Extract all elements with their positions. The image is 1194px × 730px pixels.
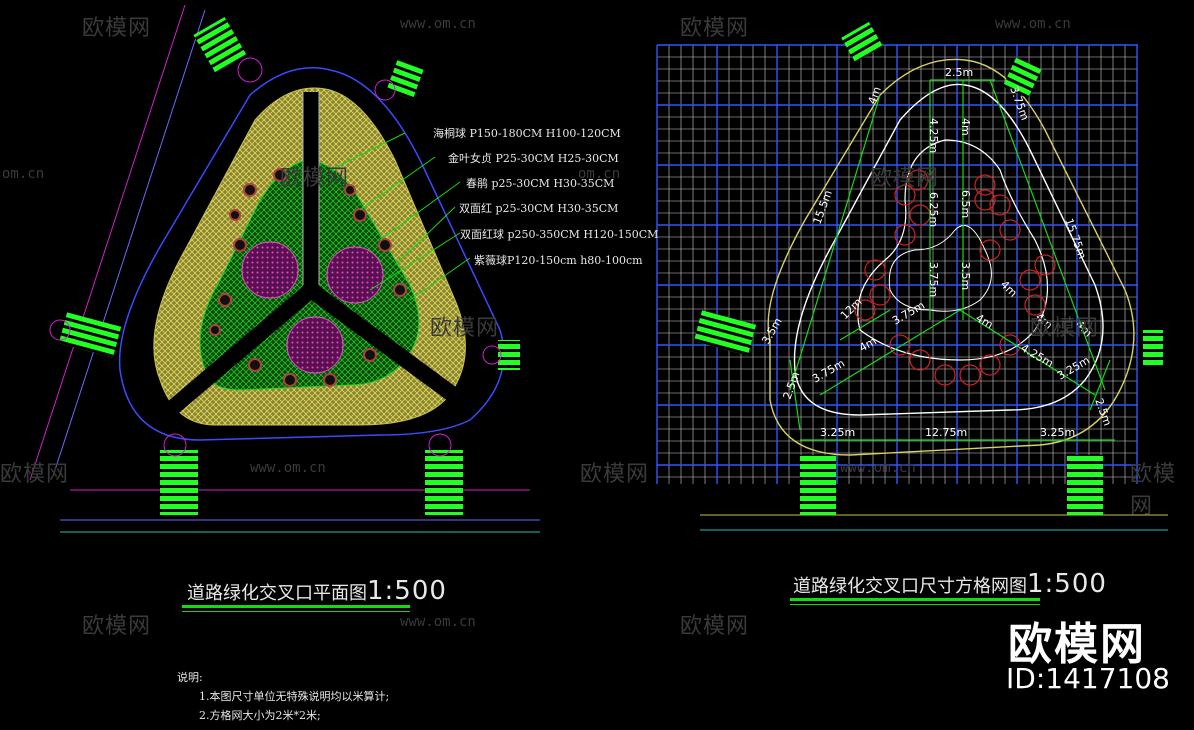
url-watermark: om.cn bbox=[2, 166, 45, 182]
right-plan-scale: 1:500 bbox=[1027, 569, 1107, 599]
brand-watermark: 欧模网 bbox=[680, 614, 750, 639]
shrub-circle bbox=[909, 204, 931, 226]
url-watermark: www.om.cn bbox=[840, 460, 916, 476]
legend-item: 双面红球 p250-350CM H120-150CM bbox=[460, 228, 659, 241]
legend-item: 双面红 p25-30CM H30-35CM bbox=[459, 202, 619, 215]
dimension-label: 4m bbox=[866, 85, 884, 106]
dimension-label: 3.5m bbox=[759, 316, 784, 347]
notes-block: 说明: 1.本图尺寸单位无特殊说明均以米算计; 2.方格网大小为2米*2米; bbox=[177, 668, 389, 725]
brand-watermark: 欧模网 bbox=[680, 16, 750, 41]
dimension-label: 15.75m bbox=[1062, 217, 1089, 261]
shrub-circle bbox=[974, 174, 996, 196]
left-plan bbox=[29, 4, 540, 533]
url-watermark: www.om.cn bbox=[400, 614, 476, 630]
dimension-label: 3.25m bbox=[1040, 426, 1075, 439]
dimension-label: 3.75m bbox=[890, 299, 927, 328]
left-plan-title-text: 道路绿化交叉口平面图 bbox=[187, 583, 367, 604]
shrub-circle bbox=[979, 239, 1001, 261]
legend-item: 海桐球 P150-180CM H100-120CM bbox=[433, 127, 621, 140]
brand-watermark: 欧模网 bbox=[1130, 462, 1177, 519]
dimension-label: 6.25m bbox=[927, 192, 940, 227]
left-plan-scale: 1:500 bbox=[367, 576, 447, 606]
brand-watermark: 欧模网 bbox=[1030, 316, 1100, 341]
url-watermark: www.om.cn bbox=[400, 16, 476, 32]
legend-item: 紫薇球P120-150cm h80-100cm bbox=[474, 254, 643, 267]
brand-watermark: 欧模网 bbox=[280, 166, 350, 191]
dimension-label: 3.5m bbox=[959, 262, 972, 290]
title-underline bbox=[790, 598, 1040, 601]
brand-watermark: 欧模网 bbox=[0, 462, 70, 487]
brand-watermark: 欧模网 bbox=[580, 462, 650, 487]
brand-watermark: 欧模网 bbox=[82, 614, 152, 639]
notes-item: 1.本图尺寸单位无特殊说明均以米算计; bbox=[199, 690, 390, 703]
shrub-circle bbox=[909, 349, 931, 371]
brand-watermark: 欧模网 bbox=[430, 316, 500, 341]
right-plan-title-text: 道路绿化交叉口尺寸方格网图 bbox=[793, 576, 1027, 597]
dimension-label: 15.5m bbox=[811, 188, 835, 226]
dimension-label: 4m bbox=[974, 311, 996, 331]
right-plan: 2.5m 4m 4.25m 4m 3.75m 6.25m 6.5m 15.5m 15.75m 3.… bbox=[656, 21, 1168, 531]
legend-item: 金叶女贞 P25-30CM H25-30CM bbox=[448, 152, 619, 165]
dimension-label: 4m bbox=[959, 118, 972, 136]
shrub-circle bbox=[959, 364, 981, 386]
title-underline bbox=[182, 605, 410, 608]
shrub-circle bbox=[894, 224, 916, 246]
left-plan-title: 道路绿化交叉口平面图1:500 bbox=[187, 576, 447, 606]
title-underline bbox=[182, 611, 410, 612]
brand-id: ID:1417108 bbox=[1006, 662, 1170, 695]
notes-item: 2.方格网大小为2米*2米; bbox=[199, 709, 321, 722]
dimension-label: 2.5m bbox=[945, 66, 973, 79]
url-watermark: www.om.cn bbox=[250, 460, 326, 476]
dimension-label: 6.5m bbox=[959, 190, 972, 218]
right-plan-title: 道路绿化交叉口尺寸方格网图1:500 bbox=[793, 569, 1107, 599]
legend-item: 春鹃 p25-30CM H30-35CM bbox=[466, 177, 615, 190]
url-watermark: www.om.cn bbox=[995, 16, 1071, 32]
brand-watermark: 欧模网 bbox=[870, 166, 940, 191]
dimension-label: 3.25m bbox=[820, 426, 855, 439]
dimension-label: 4m bbox=[857, 334, 879, 354]
dimension-label: 4.25m bbox=[927, 118, 940, 153]
shrub-circle bbox=[979, 354, 1001, 376]
notes-heading: 说明: bbox=[177, 671, 203, 684]
title-underline bbox=[790, 604, 1040, 605]
brand-watermark: 欧模网 bbox=[82, 16, 152, 41]
dimension-label: 12.75m bbox=[925, 426, 967, 439]
dimension-label: 3.75m bbox=[927, 262, 940, 297]
